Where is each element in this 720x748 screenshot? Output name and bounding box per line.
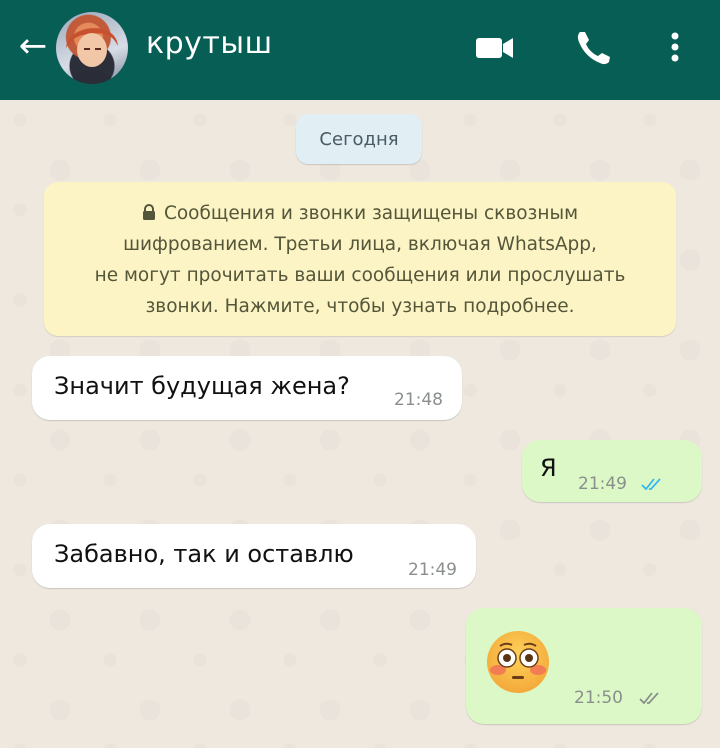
contact-name[interactable]: крутыш	[146, 26, 273, 61]
back-button[interactable]: ←	[10, 26, 56, 66]
avatar-image	[66, 28, 118, 84]
message-text: Значит будущая жена?	[54, 372, 350, 400]
message-text: Забавно, так и оставлю	[54, 540, 354, 568]
message-time: 21:48	[394, 390, 443, 410]
phone-icon	[577, 32, 610, 65]
notice-line-2: шифрованием. Третьи лица, включая WhatsA…	[123, 234, 597, 255]
double-check-icon	[641, 478, 661, 491]
encryption-notice[interactable]: Сообщения и звонки защищены сквозным шиф…	[44, 182, 676, 336]
notice-line-1: Сообщения и звонки защищены сквозным	[62, 198, 658, 229]
message-incoming[interactable]: Забавно, так и оставлю 21:49	[32, 524, 476, 588]
more-vertical-icon	[671, 32, 679, 62]
video-camera-icon	[476, 38, 513, 58]
lock-icon	[142, 204, 155, 220]
message-time: 21:49	[578, 474, 627, 494]
chat-header: ← крутыш	[0, 0, 720, 100]
date-chip: Сегодня	[296, 114, 422, 164]
notice-line-4: звонки. Нажмите, чтобы узнать подробнее.	[145, 296, 575, 317]
flushed-face-emoji	[487, 631, 549, 693]
message-outgoing[interactable]: Я 21:49	[522, 440, 702, 502]
message-outgoing[interactable]: 21:50	[466, 608, 702, 724]
more-options-button[interactable]	[660, 24, 690, 70]
voice-call-button[interactable]	[570, 24, 616, 70]
message-time: 21:50	[574, 688, 623, 708]
notice-line-3: не могут прочитать ваши сообщения или пр…	[94, 265, 626, 286]
message-incoming[interactable]: Значит будущая жена? 21:48	[32, 356, 462, 420]
arrow-left-icon: ←	[18, 26, 48, 66]
double-check-icon	[639, 692, 659, 705]
message-time: 21:49	[408, 560, 457, 580]
avatar[interactable]	[56, 12, 128, 84]
message-text: Я	[540, 454, 557, 482]
video-call-button[interactable]	[472, 30, 518, 64]
